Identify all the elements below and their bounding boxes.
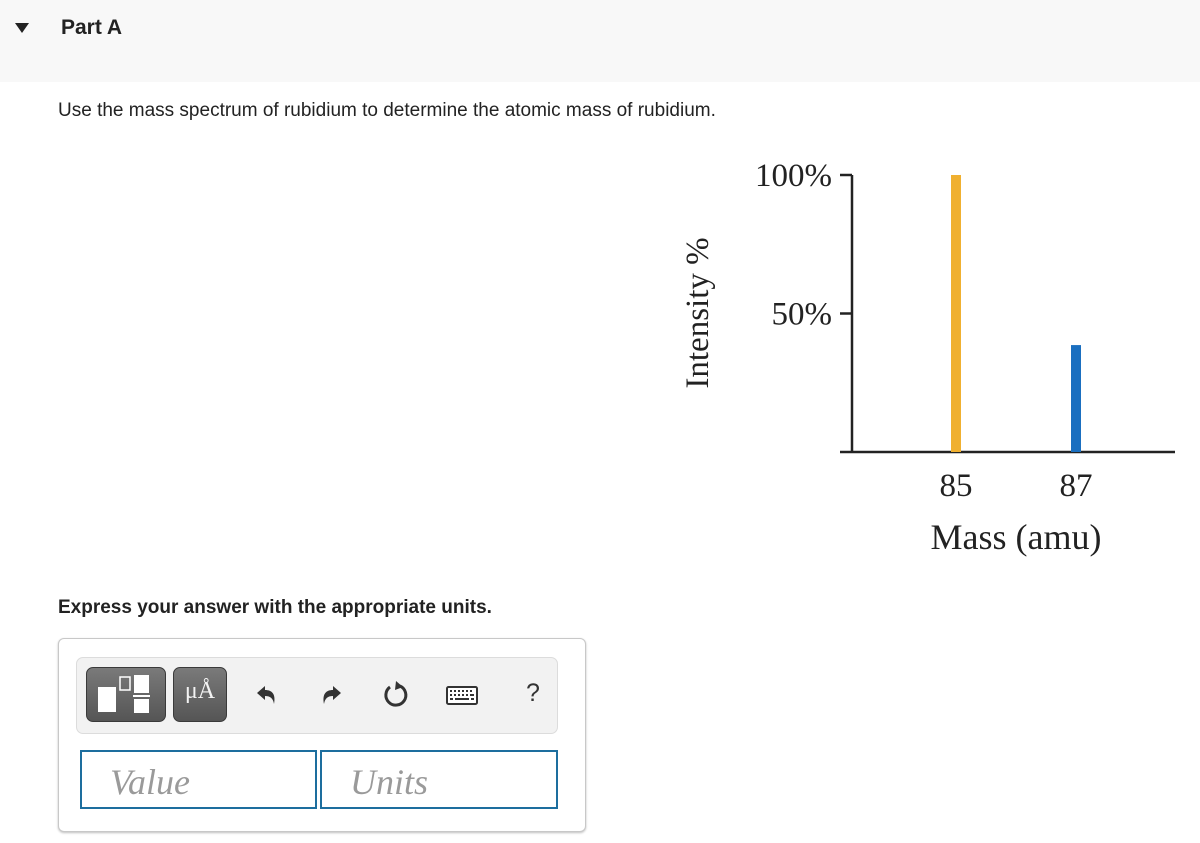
keyboard-button[interactable] <box>446 686 478 711</box>
templates-icon <box>98 675 150 713</box>
reset-icon <box>384 681 408 707</box>
bar-mass-87 <box>1071 345 1081 452</box>
redo-icon <box>323 686 341 704</box>
keyboard-icon <box>446 686 478 705</box>
value-input[interactable]: Value <box>80 750 317 809</box>
bars <box>951 175 1081 452</box>
templates-button[interactable] <box>86 667 166 722</box>
units-button[interactable]: μÅ <box>173 667 227 722</box>
x-tick-label: 85 <box>940 468 973 504</box>
chart-svg: Intensity % Mass (amu) 50% 100% 85 87 <box>680 158 1175 557</box>
x-tick-label: 87 <box>1060 468 1093 504</box>
collapse-triangle-icon[interactable] <box>15 23 29 33</box>
units-input[interactable]: Units <box>320 750 558 809</box>
axes <box>840 175 1175 454</box>
units-button-label: μÅ <box>184 678 216 704</box>
units-placeholder: Units <box>350 762 429 802</box>
reset-button[interactable] <box>382 680 410 715</box>
redo-button[interactable] <box>319 684 343 713</box>
answer-box: μÅ ? Value Units <box>58 638 586 832</box>
help-button[interactable]: ? <box>526 679 540 708</box>
y-tick-label: 50% <box>772 297 833 333</box>
part-title: Part A <box>61 16 123 39</box>
bar-mass-85 <box>951 175 961 452</box>
question-text: Use the mass spectrum of rubidium to det… <box>58 100 716 121</box>
value-placeholder: Value <box>110 762 190 802</box>
undo-icon <box>257 686 275 704</box>
undo-button[interactable] <box>255 684 279 713</box>
y-tick-label: 100% <box>755 158 832 194</box>
answer-toolbar: μÅ ? <box>76 657 558 734</box>
instruction-text: Express your answer with the appropriate… <box>58 597 492 618</box>
y-axis-label: Intensity % <box>680 237 716 388</box>
mass-spectrum-chart: Intensity % Mass (amu) 50% 100% 85 87 <box>660 150 1200 570</box>
x-axis-label: Mass (amu) <box>931 517 1102 557</box>
part-header: Part A <box>0 0 1200 82</box>
